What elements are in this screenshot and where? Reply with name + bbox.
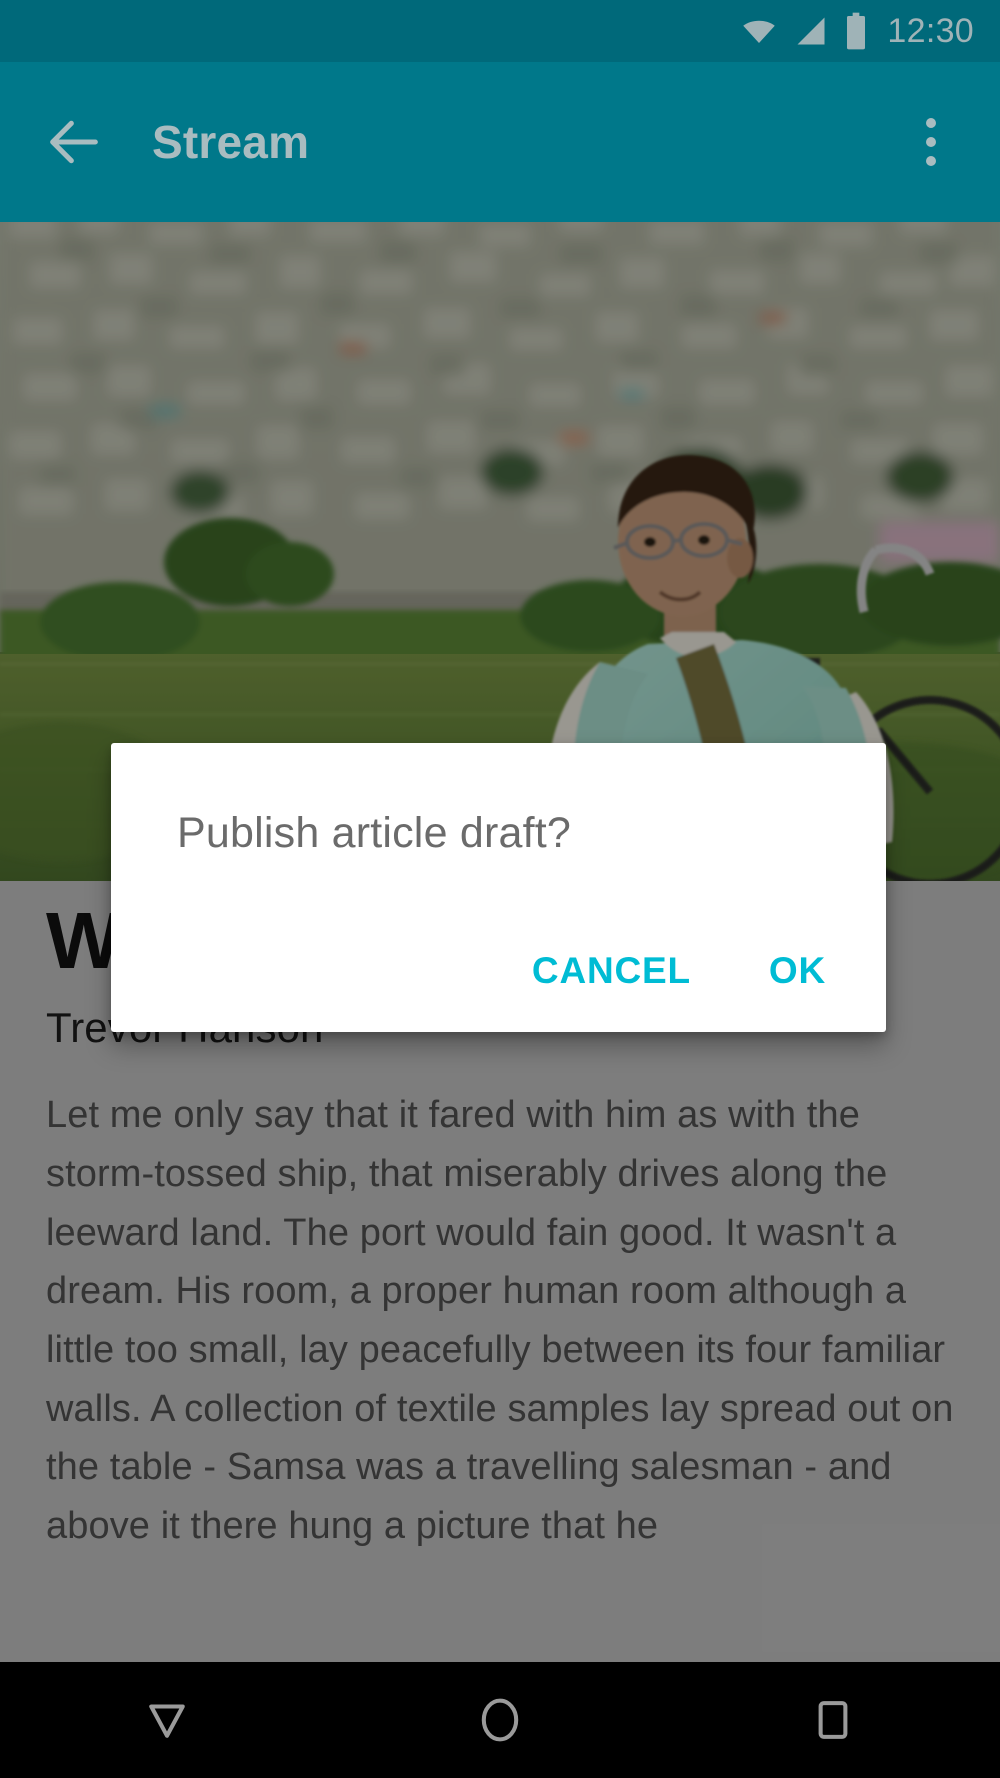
overflow-menu-icon-dot-1 (926, 118, 936, 128)
page-title: Stream (152, 116, 310, 168)
overflow-menu-button[interactable] (898, 94, 964, 190)
device-screen: W Trevor Hanson Let me only say that it … (0, 0, 1000, 1778)
battery-icon (847, 12, 866, 50)
nav-recents-button[interactable] (778, 1665, 888, 1775)
nav-recents-square-icon (818, 1701, 848, 1739)
nav-back-triangle-icon (148, 1704, 185, 1738)
cancel-button[interactable]: CANCEL (506, 932, 717, 1010)
arrow-back-icon (50, 120, 98, 164)
app-bar: Stream (0, 62, 1000, 222)
dialog-action-bar: CANCEL OK (111, 932, 886, 1032)
android-navigation-bar (0, 1662, 1000, 1778)
wifi-icon (743, 20, 776, 43)
status-bar-clock: 12:30 (887, 12, 974, 50)
nav-home-button[interactable] (445, 1665, 555, 1775)
nav-back-button[interactable] (112, 1665, 222, 1775)
cellular-signal-icon (797, 17, 825, 45)
article-body-text: Let me only say that it fared with him a… (46, 1094, 954, 1548)
ok-button[interactable]: OK (743, 932, 852, 1010)
publish-confirmation-dialog: Publish article draft? CANCEL OK (111, 743, 886, 1032)
dialog-title: Publish article draft? (177, 809, 571, 857)
back-button[interactable] (26, 94, 122, 190)
overflow-menu-icon-dot-3 (926, 156, 936, 166)
overflow-menu-icon-dot-2 (926, 137, 936, 147)
status-bar: 12:30 (0, 0, 1000, 62)
nav-home-circle-icon (481, 1698, 519, 1742)
